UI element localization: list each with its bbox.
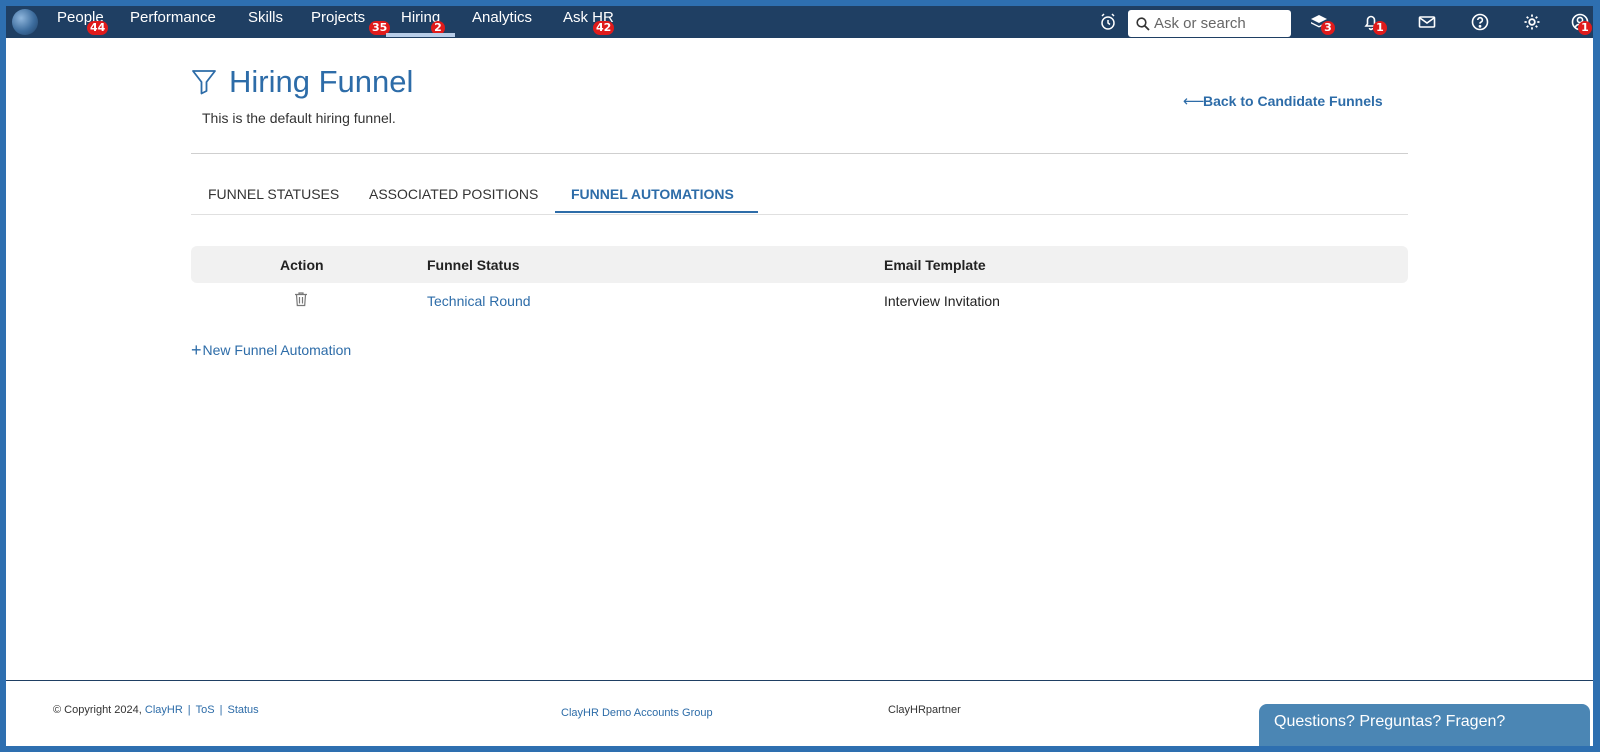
- back-arrow-icon: ⟵: [1183, 93, 1205, 110]
- column-header-funnel-status: Funnel Status: [427, 257, 520, 273]
- funnel-icon: [192, 70, 216, 95]
- tab-funnel-automations[interactable]: FUNNEL AUTOMATIONS: [571, 186, 734, 202]
- funnel-status-link[interactable]: Technical Round: [427, 293, 531, 309]
- bell-icon[interactable]: 1: [1361, 12, 1387, 35]
- column-header-email-template: Email Template: [884, 257, 986, 273]
- tos-link[interactable]: ToS: [196, 704, 215, 716]
- profile-badge: 1: [1578, 21, 1592, 35]
- tab-funnel-statuses[interactable]: FUNNEL STATUSES: [208, 186, 339, 202]
- nav-item-ask-hr[interactable]: Ask HR 42: [563, 6, 615, 38]
- nav-item-label: Analytics: [472, 9, 533, 26]
- table-header: Action Funnel Status Email Template: [191, 246, 1408, 283]
- nav-badge: 42: [593, 21, 615, 35]
- page-title: Hiring Funnel: [229, 64, 414, 99]
- nav-item-performance[interactable]: Performance: [130, 6, 216, 38]
- table-row: Technical Round Interview Invitation: [191, 286, 1408, 318]
- search-box[interactable]: [1128, 10, 1291, 37]
- gear-icon[interactable]: [1522, 12, 1542, 32]
- demo-accounts-group-link[interactable]: ClayHR Demo Accounts Group: [561, 707, 713, 719]
- user-profile-icon[interactable]: 1: [1570, 12, 1592, 35]
- back-to-candidate-funnels-link[interactable]: Back to Candidate Funnels: [1203, 93, 1383, 109]
- active-tab-indicator: [555, 211, 758, 213]
- bell-badge: 1: [1373, 21, 1387, 35]
- top-nav-bar: People 44 Performance Skills Projects 35…: [6, 6, 1593, 38]
- email-template-cell: Interview Invitation: [884, 293, 1000, 309]
- app-window: People 44 Performance Skills Projects 35…: [6, 6, 1593, 746]
- search-input[interactable]: [1154, 15, 1289, 32]
- nav-item-hiring[interactable]: Hiring 2: [385, 6, 456, 38]
- copyright-text: © Copyright 2024,: [53, 704, 145, 716]
- nav-item-projects[interactable]: Projects 35: [311, 6, 391, 38]
- nav-item-analytics[interactable]: Analytics: [472, 6, 532, 38]
- status-link[interactable]: Status: [227, 704, 258, 716]
- search-icon: [1136, 16, 1150, 31]
- column-header-action: Action: [280, 257, 324, 273]
- nav-item-label: Projects: [311, 9, 366, 26]
- help-chat-widget[interactable]: Questions? Preguntas? Fragen?: [1259, 704, 1590, 746]
- stack-layers-icon[interactable]: 3: [1309, 12, 1335, 35]
- nav-item-label: Performance: [130, 9, 216, 26]
- tabs-divider: [191, 214, 1408, 215]
- new-funnel-automation-label: New Funnel Automation: [202, 342, 352, 358]
- clayhr-logo-icon[interactable]: [12, 9, 38, 35]
- nav-item-label: Skills: [248, 9, 284, 26]
- new-funnel-automation-link[interactable]: + New Funnel Automation: [191, 340, 352, 360]
- nav-badge: 44: [87, 21, 109, 35]
- footer-copyright: © Copyright 2024, ClayHR | ToS | Status: [53, 704, 259, 716]
- clayhr-link[interactable]: ClayHR: [145, 704, 183, 716]
- stack-badge: 3: [1321, 21, 1335, 35]
- plus-icon: +: [191, 340, 202, 360]
- help-icon[interactable]: [1470, 12, 1490, 32]
- nav-item-people[interactable]: People 44: [57, 6, 109, 38]
- partner-name: ClayHRpartner: [888, 704, 961, 716]
- header-divider: [191, 153, 1408, 154]
- page-header: Hiring Funnel: [191, 64, 413, 100]
- footer-divider: [6, 680, 1593, 681]
- tab-associated-positions[interactable]: ASSOCIATED POSITIONS: [369, 186, 538, 202]
- nav-badge: 2: [431, 21, 445, 35]
- mail-icon[interactable]: [1417, 12, 1437, 32]
- page-description: This is the default hiring funnel.: [202, 110, 396, 126]
- alarm-clock-icon[interactable]: [1098, 12, 1118, 32]
- trash-icon[interactable]: [294, 291, 308, 307]
- nav-item-skills[interactable]: Skills: [248, 6, 283, 38]
